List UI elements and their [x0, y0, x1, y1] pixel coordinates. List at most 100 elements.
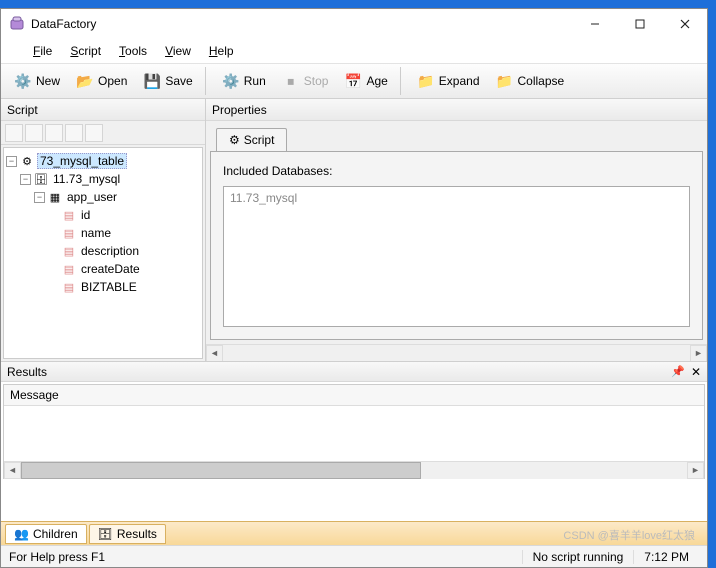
menubar: File Script Tools View Help	[1, 39, 707, 63]
menu-script[interactable]: Script	[62, 42, 109, 60]
menu-tools[interactable]: Tools	[111, 42, 155, 60]
window-buttons	[572, 9, 707, 39]
close-icon[interactable]: ✕	[691, 365, 701, 379]
scroll-left-icon[interactable]: ◄	[206, 345, 223, 362]
stop-button[interactable]: ⏹ Stop	[275, 68, 336, 94]
btn-label: Open	[98, 74, 127, 88]
tree-column[interactable]: ▤ BIZTABLE	[6, 278, 200, 296]
scroll-right-icon[interactable]: ►	[690, 345, 707, 362]
collapse-icon[interactable]: −	[34, 192, 45, 203]
h-scrollbar[interactable]: ◄ ►	[206, 344, 707, 361]
menu-view[interactable]: View	[157, 42, 199, 60]
tree-label[interactable]: app_user	[65, 190, 119, 204]
save-button[interactable]: 💾Save	[136, 68, 199, 94]
script-panel: Script − ⚙ 73_mysql_table −	[1, 99, 206, 361]
tree-db[interactable]: − 🗄 11.73_mysql	[6, 170, 200, 188]
collapse-icon[interactable]: −	[20, 174, 31, 185]
properties-tabs: ⚙ Script	[210, 125, 703, 151]
tab-results[interactable]: 🗄 Results	[89, 524, 166, 544]
expand-button[interactable]: 📁Expand	[410, 68, 487, 94]
tree-label[interactable]: 11.73_mysql	[51, 172, 122, 186]
column-icon: ▤	[62, 208, 76, 222]
tree-label[interactable]: description	[79, 244, 141, 258]
mini-btn[interactable]	[25, 124, 43, 142]
window-title: DataFactory	[31, 17, 572, 31]
tree-label[interactable]: createDate	[79, 262, 142, 276]
tree-table[interactable]: − ▦ app_user	[6, 188, 200, 206]
status-running: No script running	[522, 550, 634, 564]
database-icon: 🗄	[34, 172, 48, 186]
tree-label[interactable]: 73_mysql_table	[37, 153, 127, 169]
menu-help[interactable]: Help	[201, 42, 242, 60]
script-panel-header: Script	[1, 99, 205, 121]
pin-icon[interactable]: 📌	[671, 365, 685, 378]
minimize-button[interactable]	[572, 9, 617, 39]
run-button[interactable]: ⚙️Run	[215, 68, 273, 94]
results-body: Message ◄ ►	[3, 384, 705, 479]
tree-column[interactable]: ▤ description	[6, 242, 200, 260]
people-icon: 👥	[14, 527, 29, 541]
app-icon	[9, 16, 25, 32]
tree-column[interactable]: ▤ name	[6, 224, 200, 242]
top-split: Script − ⚙ 73_mysql_table −	[1, 99, 707, 361]
scroll-track[interactable]	[223, 345, 690, 362]
gear-icon: ⚙	[229, 133, 240, 147]
stop-icon: ⏹	[282, 72, 300, 90]
script-tree[interactable]: − ⚙ 73_mysql_table − 🗄 11.73_mysql − ▦ a…	[3, 147, 203, 359]
mini-btn[interactable]	[85, 124, 103, 142]
menu-file[interactable]: File	[25, 42, 60, 60]
collapse-icon[interactable]: −	[6, 156, 17, 167]
scroll-right-icon[interactable]: ►	[687, 462, 704, 479]
tree-root[interactable]: − ⚙ 73_mysql_table	[6, 152, 200, 170]
separator	[205, 67, 210, 95]
tree-label[interactable]: BIZTABLE	[79, 280, 139, 294]
properties-body: ⚙ Script Included Databases: 11.73_mysql	[206, 121, 707, 344]
tree-label[interactable]: id	[79, 208, 92, 222]
tab-children[interactable]: 👥 Children	[5, 524, 87, 544]
table-icon: ▦	[48, 190, 62, 204]
mini-btn[interactable]	[65, 124, 83, 142]
mini-btn[interactable]	[45, 124, 63, 142]
btn-label: New	[36, 74, 60, 88]
workarea: Script − ⚙ 73_mysql_table −	[1, 99, 707, 521]
column-icon: ▤	[62, 244, 76, 258]
list-item[interactable]: 11.73_mysql	[230, 191, 683, 205]
main-toolbar: ⚙️ New 📂Open 💾Save ⚙️Run ⏹ Stop 📅Age 📁Expa…	[1, 63, 707, 99]
results-grid[interactable]	[4, 406, 704, 461]
close-button[interactable]	[662, 9, 707, 39]
included-db-label: Included Databases:	[223, 164, 690, 178]
collapse-button[interactable]: 📁Collapse	[489, 68, 572, 94]
db-listbox[interactable]: 11.73_mysql	[223, 186, 690, 327]
results-panel: Results 📌 ✕ Message ◄ ►	[1, 361, 707, 481]
tab-label: Results	[117, 527, 157, 541]
results-header: Results 📌 ✕	[1, 362, 707, 382]
new-button[interactable]: ⚙️ New	[7, 68, 67, 94]
script-mini-toolbar	[1, 121, 205, 145]
folder-icon: 📁	[496, 72, 514, 90]
age-button[interactable]: 📅Age	[337, 68, 394, 94]
mini-btn[interactable]	[5, 124, 23, 142]
btn-label: Stop	[304, 74, 329, 88]
folder-icon: 📁	[417, 72, 435, 90]
open-button[interactable]: 📂Open	[69, 68, 134, 94]
tree-label[interactable]: name	[79, 226, 113, 240]
scroll-left-icon[interactable]: ◄	[4, 462, 21, 479]
separator	[400, 67, 405, 95]
tab-script[interactable]: ⚙ Script	[216, 128, 287, 151]
properties-panel: Properties ⚙ Script Included Databases: …	[206, 99, 707, 361]
message-column-header[interactable]: Message	[4, 385, 704, 406]
database-icon: 🗄	[98, 527, 113, 541]
column-icon: ▤	[62, 280, 76, 294]
app-window: DataFactory File Script Tools View Help …	[0, 8, 708, 568]
tree-column[interactable]: ▤ createDate	[6, 260, 200, 278]
status-time: 7:12 PM	[633, 550, 699, 564]
column-icon: ▤	[62, 226, 76, 240]
scroll-track[interactable]	[21, 462, 687, 479]
bottom-tabs: 👥 Children 🗄 Results	[1, 521, 707, 545]
tree-column[interactable]: ▤ id	[6, 206, 200, 224]
disk-icon: 💾	[143, 72, 161, 90]
h-scrollbar[interactable]: ◄ ►	[4, 461, 704, 478]
maximize-button[interactable]	[617, 9, 662, 39]
tab-label: Script	[244, 133, 275, 147]
gear-new-icon: ⚙️	[14, 72, 32, 90]
